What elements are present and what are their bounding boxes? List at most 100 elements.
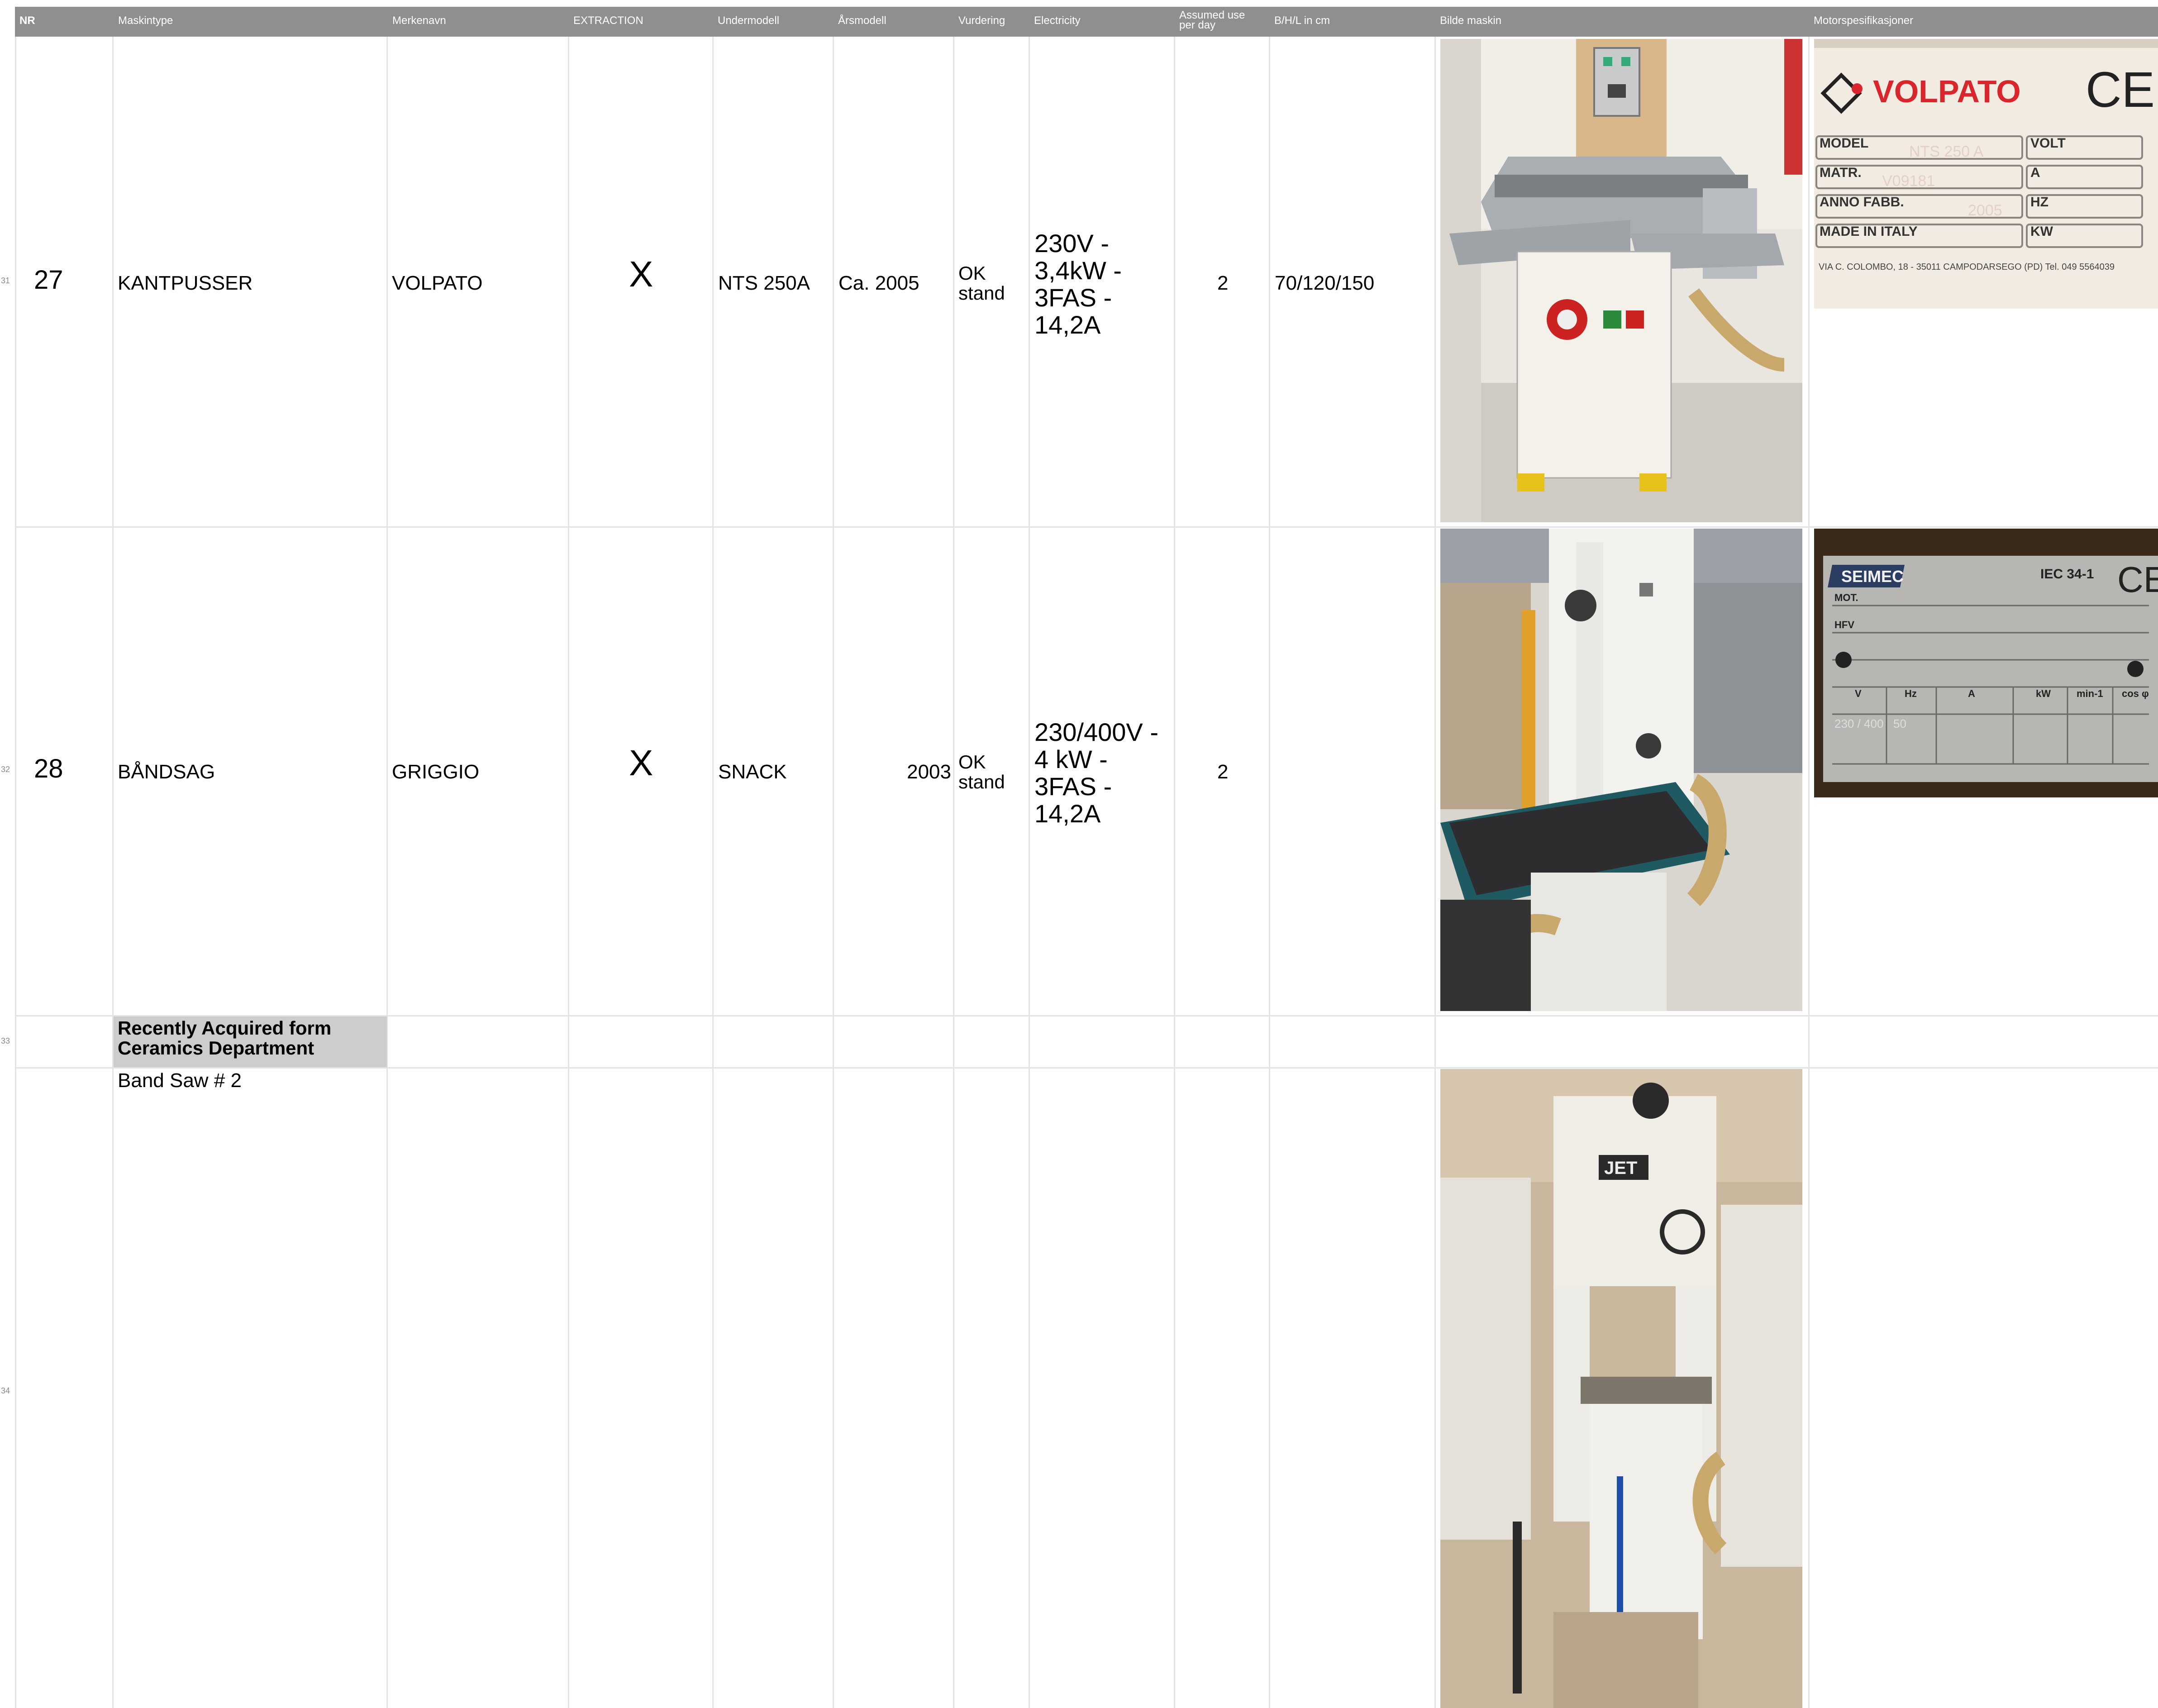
plate-label: A xyxy=(2030,165,2040,180)
motor-plate-photo[interactable]: SEIMEC IEC 34-1 CE MOT. HFV V Hz A kW mi… xyxy=(1814,529,2158,797)
jet-logo: JET xyxy=(1604,1158,1637,1178)
plate-brand: SEIMEC xyxy=(1841,567,1904,586)
cell-maskintype[interactable]: BÅNDSAG xyxy=(118,761,215,783)
plate-label: MODEL xyxy=(1820,136,1868,151)
plate-value: 230 / 400 xyxy=(1834,717,1883,730)
plate-label: MOT. xyxy=(1834,592,1858,603)
plate-label: cos φ xyxy=(2122,688,2149,699)
vurdering-line2: stand xyxy=(958,771,1005,792)
cell-undermodell[interactable]: SNACK xyxy=(718,761,787,783)
motor-plate-photo[interactable]: VOLPATO CE MODEL MATR. ANNO FABB. MADE I… xyxy=(1814,39,2158,309)
cell-bhl[interactable]: 70/120/150 xyxy=(1275,272,1374,294)
plate-ce-mark: CE xyxy=(2117,559,2158,600)
cell-nr[interactable]: 28 xyxy=(34,756,63,782)
header-assumed-use-line2: per day xyxy=(1179,19,1216,31)
seimec-plate-picture: SEIMEC IEC 34-1 CE MOT. HFV V Hz A kW mi… xyxy=(1814,529,2158,797)
plate-label: ANNO FABB. xyxy=(1820,195,1904,210)
row-number[interactable]: 32 xyxy=(1,765,14,774)
grid-line xyxy=(1808,37,1810,1708)
plate-value: 2005 xyxy=(1968,202,2002,219)
header-nr[interactable]: NR xyxy=(15,7,111,37)
grid-line xyxy=(112,37,114,1708)
cell-arsmodell[interactable]: 2003 xyxy=(834,761,951,783)
grid-line xyxy=(712,37,714,1708)
cell-maskintype[interactable]: Band Saw # 2 xyxy=(118,1070,242,1092)
machine-photo[interactable] xyxy=(1440,529,1802,1011)
cell-undermodell[interactable]: NTS 250A xyxy=(718,272,810,294)
header-extraction[interactable]: EXTRACTION xyxy=(569,7,713,37)
plate-ce-mark: CE xyxy=(2086,62,2155,118)
volpato-plate-picture: VOLPATO CE MODEL MATR. ANNO FABB. MADE I… xyxy=(1814,39,2158,309)
section-note-line1: Recently Acquired form xyxy=(118,1017,332,1039)
grid-line xyxy=(15,37,16,1708)
plate-label: V xyxy=(1855,688,1862,699)
cell-electricity[interactable]: 230/400V - 4 kW - 3FAS - 14,2A xyxy=(1034,719,1158,827)
header-merkenavn[interactable]: Merkenavn xyxy=(388,7,569,37)
header-motorspes[interactable]: Motorspesifikasjoner xyxy=(1809,7,2158,37)
cell-extraction[interactable]: X xyxy=(629,256,653,292)
row-number[interactable]: 31 xyxy=(1,276,14,286)
cell-vurdering[interactable]: OK stand xyxy=(958,752,1005,792)
plate-address: VIA C. COLOMBO, 18 - 35011 CAMPODARSEGO … xyxy=(1819,262,2115,272)
grid-line xyxy=(386,37,388,1708)
cell-vurdering[interactable]: OK stand xyxy=(958,263,1005,303)
header-vurdering[interactable]: Vurdering xyxy=(954,7,1029,37)
plate-value: V09181 xyxy=(1882,172,1935,190)
grid-line xyxy=(1434,37,1436,1708)
grid-line xyxy=(833,37,834,1708)
machine-photo[interactable] xyxy=(1440,39,1802,522)
grid-line xyxy=(15,1067,2158,1069)
cell-maskintype[interactable]: KANTPUSSER xyxy=(118,272,252,294)
cell-extraction[interactable]: X xyxy=(629,745,653,781)
plate-label: HZ xyxy=(2030,195,2048,210)
plate-label: VOLT xyxy=(2030,136,2066,151)
cell-electricity[interactable]: 230V - 3,4kW - 3FAS - 14,2A xyxy=(1034,230,1122,339)
machine-photo[interactable]: JET xyxy=(1440,1069,1802,1708)
edge-sander-picture xyxy=(1440,39,1802,522)
plate-label: kW xyxy=(2036,688,2051,699)
electricity-line: 14,2A xyxy=(1034,799,1101,828)
plate-standard: IEC 34-1 xyxy=(2040,567,2094,582)
cell-merkenavn[interactable]: VOLPATO xyxy=(392,272,483,294)
vurdering-line1: OK xyxy=(958,751,986,773)
header-electricity[interactable]: Electricity xyxy=(1029,7,1174,37)
header-arsmodell[interactable]: Årsmodell xyxy=(834,7,953,37)
plate-label: min-1 xyxy=(2077,688,2103,699)
cell-arsmodell[interactable]: Ca. 2005 xyxy=(838,272,919,294)
section-note[interactable]: Recently Acquired form Ceramics Departme… xyxy=(118,1018,331,1058)
electricity-line: 230/400V - xyxy=(1034,718,1158,746)
electricity-line: 14,2A xyxy=(1034,310,1101,339)
plate-label: KW xyxy=(2030,224,2053,239)
grid-line xyxy=(15,526,2158,528)
header-assumed-use[interactable]: Assumed use per day xyxy=(1175,7,1269,37)
grid-line xyxy=(1269,37,1270,1708)
electricity-line: 4 kW - xyxy=(1034,745,1108,773)
header-bilde[interactable]: Bilde maskin xyxy=(1435,7,1808,37)
electricity-line: 3FAS - xyxy=(1034,772,1112,801)
plate-brand: VOLPATO xyxy=(1873,74,2021,109)
cell-nr[interactable]: 27 xyxy=(34,267,63,293)
plate-label: MATR. xyxy=(1820,165,1862,180)
grid-line xyxy=(953,37,954,1708)
row-number[interactable]: 34 xyxy=(1,1386,14,1396)
row-number[interactable]: 33 xyxy=(1,1036,14,1046)
vurdering-line1: OK xyxy=(958,262,986,284)
section-note-line2: Ceramics Department xyxy=(118,1037,314,1059)
plate-label: MADE IN ITALY xyxy=(1820,224,1918,239)
cell-merkenavn[interactable]: GRIGGIO xyxy=(392,761,479,783)
cell-assumed-use[interactable]: 2 xyxy=(1217,761,1228,783)
header-undermodell[interactable]: Undermodell xyxy=(713,7,833,37)
plate-label: Hz xyxy=(1905,688,1917,699)
plate-value: 50 xyxy=(1893,717,1906,730)
plate-label: HFV xyxy=(1834,619,1854,630)
band-saw-picture xyxy=(1440,529,1802,1011)
header-maskintype[interactable]: Maskintype xyxy=(114,7,387,37)
cell-assumed-use[interactable]: 2 xyxy=(1217,272,1228,294)
grid-line xyxy=(1174,37,1175,1708)
plate-label: A xyxy=(1968,688,1975,699)
plate-value: NTS 250 A xyxy=(1909,143,1984,160)
header-bhl[interactable]: B/H/L in cm xyxy=(1270,7,1435,37)
electricity-line: 230V - xyxy=(1034,229,1109,258)
electricity-line: 3,4kW - xyxy=(1034,256,1122,285)
vurdering-line2: stand xyxy=(958,282,1005,304)
